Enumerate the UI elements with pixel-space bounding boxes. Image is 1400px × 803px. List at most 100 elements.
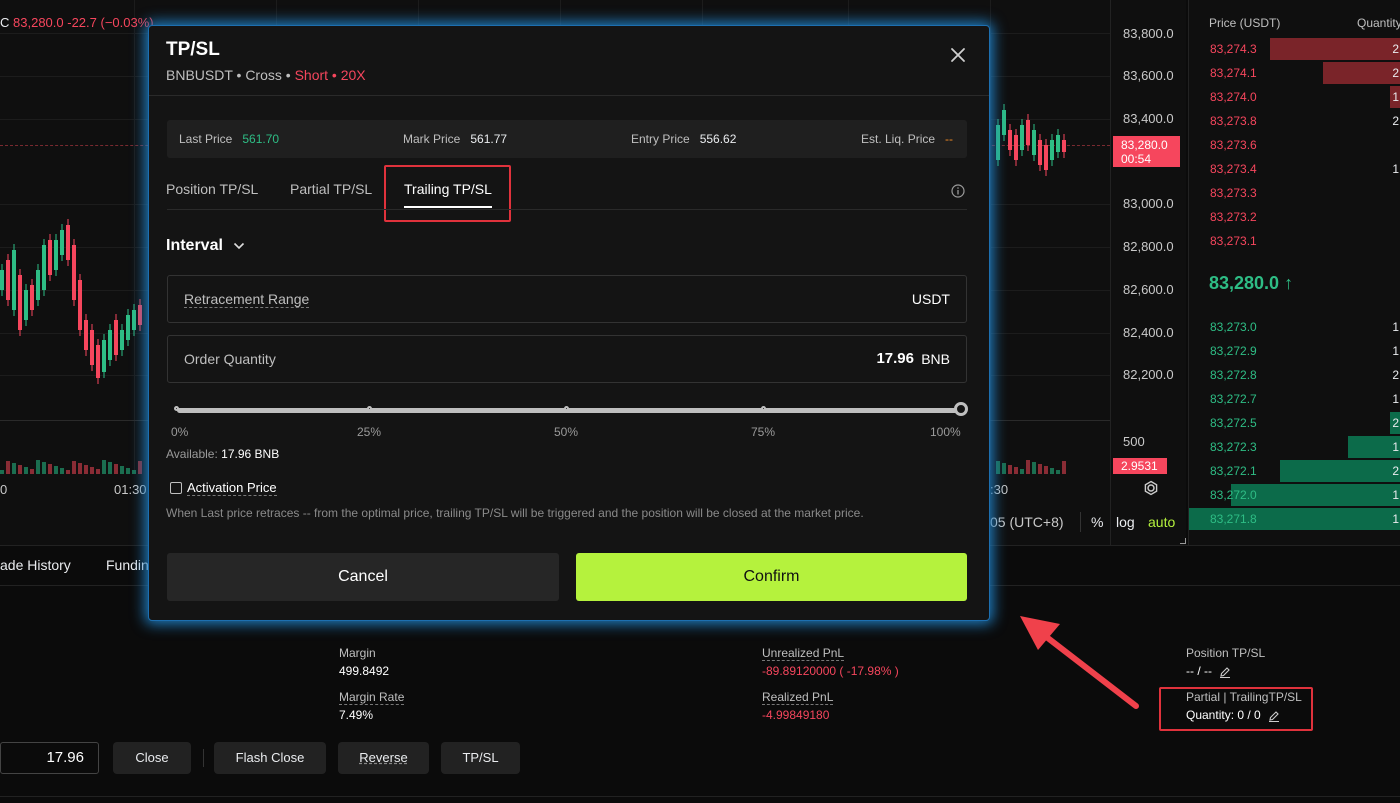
ask-price: 83,273.1 <box>1210 234 1257 248</box>
ask-row[interactable]: 83,273.2 <box>1189 205 1400 229</box>
resize-handle[interactable] <box>1180 538 1186 544</box>
edit-icon[interactable] <box>1219 666 1231 678</box>
order-quantity-field[interactable]: Order Quantity 17.96 BNB <box>167 335 967 383</box>
ask-row[interactable]: 83,274.3 2 <box>1189 37 1400 61</box>
flash-close-button[interactable]: Flash Close <box>214 742 326 774</box>
slider-mark[interactable] <box>174 406 179 411</box>
realized-pnl-value: -4.99849180 <box>762 708 830 722</box>
interval-label: Interval <box>166 237 223 255</box>
candle-body <box>96 345 100 378</box>
tab-position-tpsl[interactable]: Position TP/SL <box>166 181 258 197</box>
ask-row[interactable]: 83,273.4 1 <box>1189 157 1400 181</box>
close-quantity-input[interactable]: 17.96 <box>0 742 99 774</box>
candle-body <box>102 340 106 372</box>
slider-label: 100% <box>930 425 961 439</box>
quantity-slider-track[interactable] <box>177 408 961 413</box>
slider-label: 75% <box>751 425 776 439</box>
candle-body <box>126 315 130 340</box>
volume-bar <box>36 460 40 474</box>
price-axis-label: 83,600.0 <box>1123 68 1174 83</box>
info-icon[interactable] <box>951 184 965 198</box>
slider-mark[interactable] <box>564 406 569 411</box>
time-label: :30 <box>990 482 1009 497</box>
unrealized-pnl-label: Unrealized PnL <box>762 646 845 661</box>
bid-row[interactable]: 83,271.8 1 <box>1189 507 1400 531</box>
candle-body <box>120 330 124 350</box>
activation-price-checkbox[interactable] <box>170 482 182 494</box>
bid-quantity: 1 <box>1392 392 1399 406</box>
ask-quantity: 2 <box>1392 66 1399 80</box>
price-axis[interactable]: 83,800.0 83,600.0 83,400.0 83,000.0 82,8… <box>1110 0 1186 545</box>
ask-row[interactable]: 83,274.0 1 <box>1189 85 1400 109</box>
bid-quantity: 2 <box>1392 416 1399 430</box>
ask-row[interactable]: 83,273.1 <box>1189 229 1400 253</box>
volume-bar <box>120 466 124 474</box>
slider-mark[interactable] <box>367 406 372 411</box>
price-axis-label: 82,600.0 <box>1123 282 1174 297</box>
candle-body <box>1056 135 1060 152</box>
ask-row[interactable]: 83,273.3 <box>1189 181 1400 205</box>
settings-icon[interactable] <box>1143 480 1159 496</box>
ask-row[interactable]: 83,273.8 2 <box>1189 109 1400 133</box>
candle-body <box>54 240 58 270</box>
bid-row[interactable]: 83,272.9 1 <box>1189 339 1400 363</box>
bid-depth-bar <box>1280 460 1400 482</box>
ask-price: 83,273.4 <box>1210 162 1257 176</box>
ask-price: 83,273.6 <box>1210 138 1257 152</box>
percent-toggle[interactable]: % <box>1091 514 1103 530</box>
annotation-highlight-box <box>1159 687 1313 731</box>
volume-bar <box>0 470 4 474</box>
tpsl-button[interactable]: TP/SL <box>441 742 520 774</box>
candle-body <box>1032 130 1036 155</box>
reverse-button[interactable]: Reverse <box>338 742 429 774</box>
close-button[interactable]: Close <box>113 742 191 774</box>
bid-row[interactable]: 83,272.3 1 <box>1189 435 1400 459</box>
volume-bar <box>1056 470 1060 474</box>
bid-row[interactable]: 83,272.0 1 <box>1189 483 1400 507</box>
activation-price-label[interactable]: Activation Price <box>187 480 277 496</box>
ask-row[interactable]: 83,274.1 2 <box>1189 61 1400 85</box>
ask-price: 83,273.2 <box>1210 210 1257 224</box>
ask-row[interactable]: 83,273.6 <box>1189 133 1400 157</box>
price-info-bar: Last Price 561.70 Mark Price 561.77 Entr… <box>167 120 967 158</box>
candle-body <box>72 245 76 300</box>
bid-row[interactable]: 83,273.0 1 <box>1189 315 1400 339</box>
ask-quantity: 1 <box>1392 162 1399 176</box>
mark-price: Mark Price 561.77 <box>403 132 507 146</box>
volume-bar <box>1062 461 1066 474</box>
retracement-range-field[interactable]: Retracement Range USDT <box>167 275 967 323</box>
bid-row[interactable]: 83,272.7 1 <box>1189 387 1400 411</box>
candle-body <box>114 320 118 355</box>
timezone-label[interactable]: 05 (UTC+8) <box>990 514 1064 530</box>
quantity-slider-thumb[interactable] <box>954 402 968 416</box>
bid-row[interactable]: 83,272.5 2 <box>1189 411 1400 435</box>
margin-rate-value: 7.49% <box>339 708 374 722</box>
retracement-unit: USDT <box>911 291 950 307</box>
bid-row[interactable]: 83,272.8 2 <box>1189 363 1400 387</box>
candle-body <box>66 225 70 260</box>
volume-bar <box>114 464 118 474</box>
volume-bar <box>1008 465 1012 474</box>
volume-bar <box>996 461 1000 474</box>
bid-row[interactable]: 83,272.1 2 <box>1189 459 1400 483</box>
candle-body <box>48 240 52 275</box>
slider-label: 0% <box>171 425 189 439</box>
tab-partial-tpsl[interactable]: Partial TP/SL <box>290 181 372 197</box>
order-book-mid-price: 83,280.0 ↑ <box>1209 273 1294 293</box>
bid-quantity: 2 <box>1392 368 1399 382</box>
close-icon[interactable] <box>949 46 967 64</box>
available-balance: Available: 17.96 BNB <box>166 447 279 461</box>
bid-price: 83,272.8 <box>1210 368 1257 382</box>
volume-bar <box>1026 460 1030 474</box>
last-price-label: Last Price <box>179 132 233 146</box>
slider-mark[interactable] <box>761 406 766 411</box>
interval-dropdown[interactable]: Interval <box>166 237 245 255</box>
confirm-button[interactable]: Confirm <box>576 553 967 601</box>
cancel-button[interactable]: Cancel <box>167 553 559 601</box>
volume-bar <box>24 467 28 474</box>
tab-trade-history[interactable]: ade History <box>0 557 71 573</box>
ask-depth-bar <box>1323 62 1400 84</box>
entry-price: Entry Price 556.62 <box>631 132 736 146</box>
volume-bar <box>72 461 76 474</box>
tab-funding[interactable]: Fundin <box>106 557 149 573</box>
